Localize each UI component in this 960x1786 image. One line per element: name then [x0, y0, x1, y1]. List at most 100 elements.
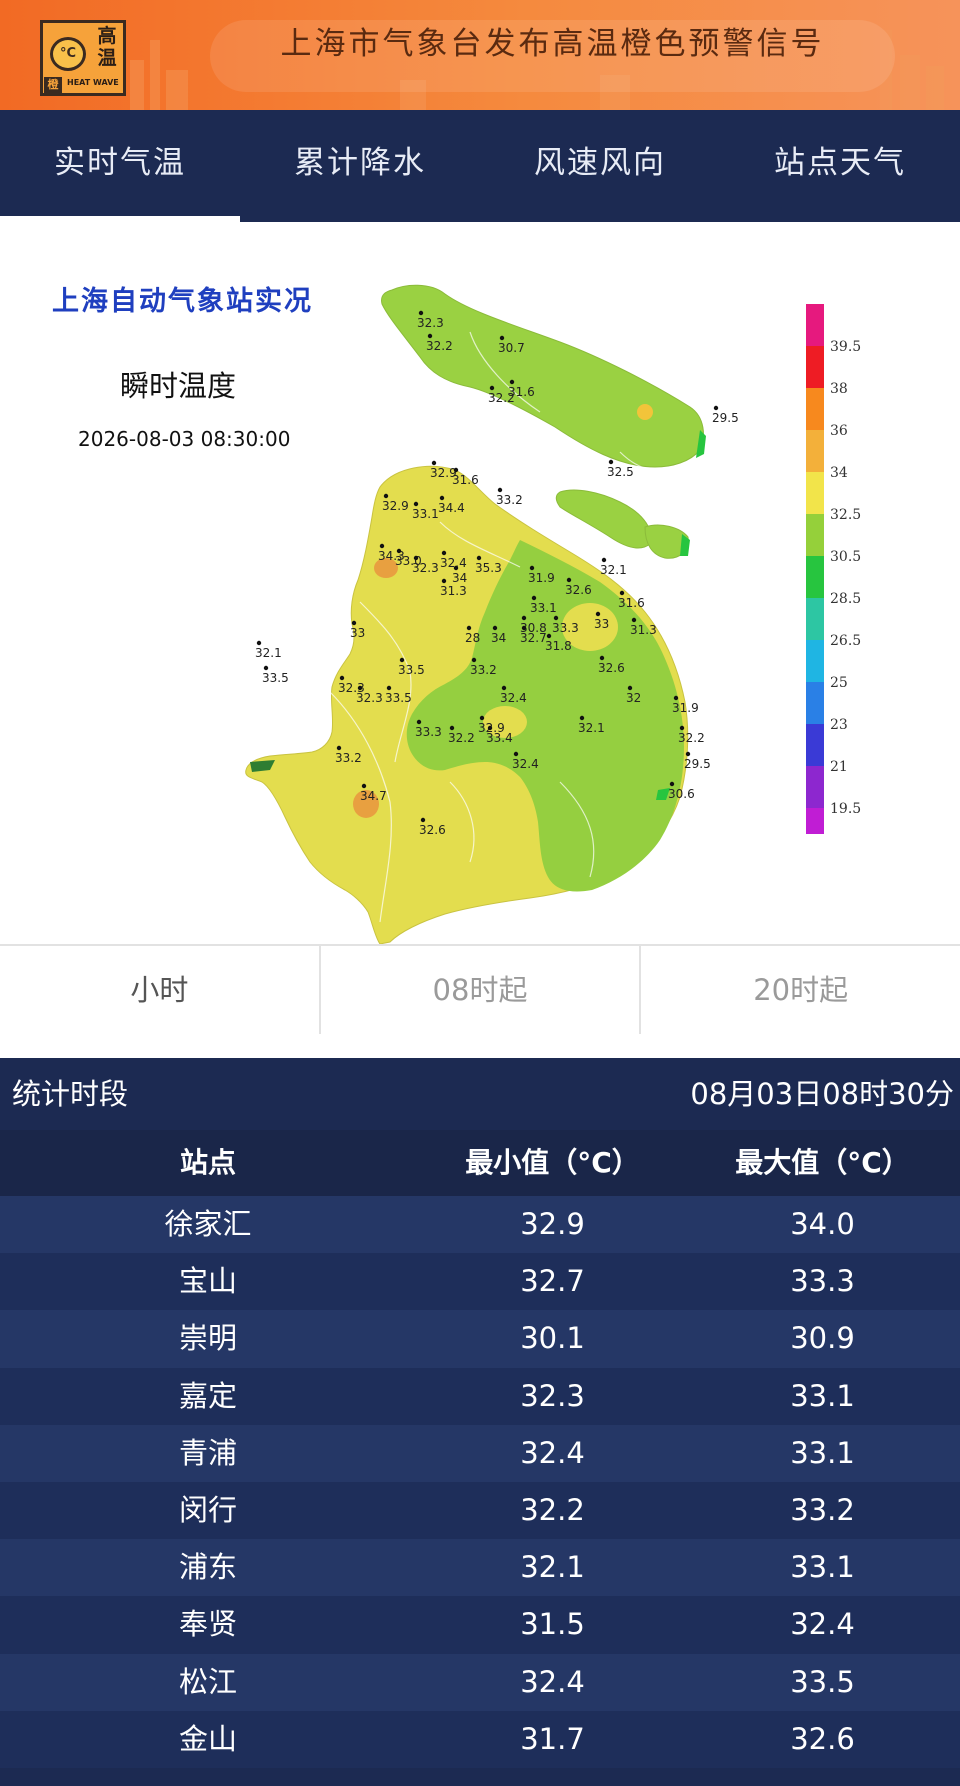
- station-value: 33.3: [415, 725, 442, 739]
- station-name: 宝山: [178, 1264, 237, 1299]
- legend-swatch: [806, 808, 824, 834]
- min-value: 32.4: [520, 1664, 585, 1699]
- icon-char-high: 高: [97, 25, 117, 47]
- station-dot: [679, 725, 685, 731]
- legend-swatch: [806, 766, 824, 808]
- tab-station-weather[interactable]: 站点天气: [720, 110, 960, 222]
- station-value: 29.5: [684, 757, 711, 771]
- station-value: 28: [465, 631, 480, 645]
- station-dot: [339, 675, 345, 681]
- table-row[interactable]: 宝山 32.7 33.3: [0, 1253, 960, 1311]
- station-dot: [263, 665, 269, 671]
- table-row[interactable]: 松江 32.4 33.5: [0, 1653, 960, 1711]
- station-value: 33.5: [262, 671, 289, 685]
- max-value: 32.4: [790, 1607, 855, 1642]
- tab-realtime-temperature[interactable]: 实时气温: [0, 110, 240, 222]
- station-dot: [466, 625, 472, 631]
- station-value: 33.5: [398, 663, 425, 677]
- legend-swatch: [806, 472, 824, 514]
- period-since-20[interactable]: 20时起: [639, 946, 960, 1034]
- station-dot: [396, 548, 402, 554]
- station-value: 33.1: [530, 601, 557, 615]
- stats-table-header: 站点 最小值（°C） 最大值（°C）: [0, 1130, 960, 1196]
- legend-label: 34: [830, 465, 848, 481]
- station-value: 33.1: [412, 507, 439, 521]
- station-value: 32.1: [578, 721, 605, 735]
- station-dot: [489, 385, 495, 391]
- legend-label: 36: [830, 423, 848, 439]
- min-value: 31.7: [520, 1721, 585, 1756]
- map-datetime: 2026-08-03 08:30:00: [78, 427, 290, 451]
- station-value: 33.5: [385, 691, 412, 705]
- tab-bar: 实时气温 累计降水 风速风向 站点天气: [0, 110, 960, 222]
- station-dot: [601, 557, 607, 563]
- station-dot: [673, 695, 679, 701]
- station-value: 31.6: [452, 473, 479, 487]
- station-value: 32.9: [382, 499, 409, 513]
- alert-title[interactable]: 上海市气象台发布高温橙色预警信号: [210, 20, 895, 68]
- station-value: 33: [594, 617, 609, 631]
- temperature-map-card: 上海自动气象站实况 瞬时温度 2026-08-03 08:30:00 32.3 …: [0, 222, 960, 944]
- legend-swatch: [806, 724, 824, 766]
- station-dot: [357, 685, 363, 691]
- heat-alert-banner[interactable]: °C 高 温 橙 HEAT WAVE 上海市气象台发布高温橙色预警信号: [0, 0, 960, 110]
- station-value: 30.6: [668, 787, 695, 801]
- table-row[interactable]: 嘉定 32.3 33.1: [0, 1367, 960, 1425]
- table-row[interactable]: 徐家汇 32.9 34.0: [0, 1196, 960, 1254]
- legend-label: 28.5: [830, 591, 861, 607]
- station-dot: [336, 745, 342, 751]
- max-value: 33.5: [790, 1664, 855, 1699]
- station-dot: [386, 685, 392, 691]
- table-row[interactable]: 金山 31.7 32.6: [0, 1710, 960, 1768]
- table-row[interactable]: 崇明 30.1 30.9: [0, 1310, 960, 1368]
- table-row[interactable]: 浦东 32.1 33.1: [0, 1539, 960, 1597]
- station-dot: [399, 657, 405, 663]
- station-name: 浦东: [178, 1550, 237, 1585]
- station-value: 32.4: [500, 691, 527, 705]
- temperature-legend: 39.5 38 36 34 32.5 30.5 28.5 26.5 25 23 21 19.5: [806, 304, 861, 834]
- max-value: 33.1: [790, 1378, 855, 1413]
- station-dot: [608, 459, 614, 465]
- max-value: 33.2: [790, 1492, 855, 1527]
- stat-period-label: 统计时段: [12, 1077, 129, 1111]
- legend-label: 25: [830, 675, 848, 691]
- card-spacer: [0, 1034, 960, 1058]
- chongming-island: [381, 284, 704, 468]
- tab-wind[interactable]: 风速风向: [480, 110, 720, 222]
- station-value: 32.1: [600, 563, 627, 577]
- table-row[interactable]: 青浦 32.4 33.1: [0, 1424, 960, 1482]
- station-dot: [420, 817, 426, 823]
- station-value: 32.7: [520, 631, 547, 645]
- stat-period-time: 08月03日08时30分: [690, 1077, 954, 1111]
- table-row[interactable]: 闵行 32.2 33.2: [0, 1481, 960, 1540]
- legend-swatch: [806, 556, 824, 598]
- station-dot: [521, 615, 527, 621]
- legend-swatch: [806, 304, 824, 346]
- min-value: 32.3: [520, 1378, 585, 1413]
- station-value: 33.2: [496, 493, 523, 507]
- station-name: 崇明: [178, 1321, 237, 1356]
- station-value: 32.4: [512, 757, 539, 771]
- station-dot: [416, 719, 422, 725]
- station-dot: [413, 555, 419, 561]
- station-value: 35.3: [475, 561, 502, 575]
- table-row[interactable]: 奉贤 31.5 32.4: [0, 1596, 960, 1654]
- station-dot: [713, 405, 719, 411]
- stats-table-body: 徐家汇 32.9 34.0 宝山 32.7 33.3 崇明 30.1 30.9 嘉定 32.3 33.…: [0, 1196, 960, 1768]
- period-hourly[interactable]: 小时: [0, 946, 319, 1034]
- period-since-08[interactable]: 08时起: [318, 946, 640, 1034]
- station-value: 32.5: [607, 465, 634, 479]
- station-value: 33.2: [470, 663, 497, 677]
- station-dot: [487, 725, 493, 731]
- station-dot: [513, 751, 519, 757]
- max-value: 33.3: [790, 1264, 855, 1299]
- station-value: 32.3: [356, 691, 383, 705]
- legend-label: 23: [830, 717, 848, 733]
- header-station: 站点: [179, 1146, 236, 1179]
- station-value: 32.3: [412, 561, 439, 575]
- tab-accumulated-precipitation[interactable]: 累计降水: [240, 110, 480, 222]
- legend-label: 38: [830, 381, 848, 397]
- min-value: 32.2: [520, 1492, 585, 1527]
- station-value: 33: [350, 626, 365, 640]
- station-dot: [627, 685, 633, 691]
